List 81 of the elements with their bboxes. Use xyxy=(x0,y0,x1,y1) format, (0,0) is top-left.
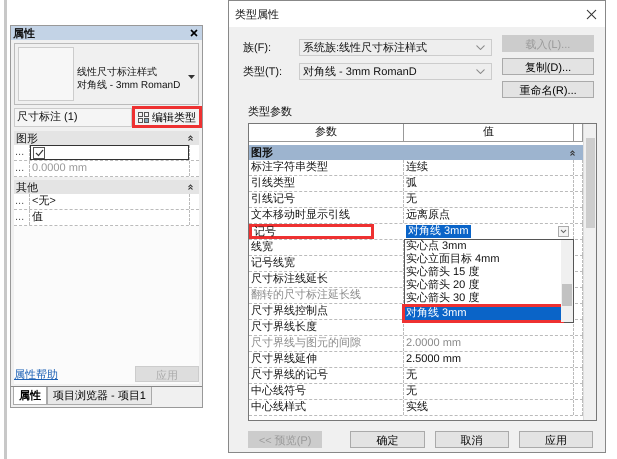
edit-type-icon xyxy=(138,112,149,122)
collapse-icon[interactable] xyxy=(188,184,193,190)
property-value[interactable]: <无> xyxy=(30,194,189,209)
group-header[interactable]: 图形 xyxy=(249,145,583,160)
property-value[interactable] xyxy=(30,145,189,160)
parameter-name: 尺寸界线的记号 xyxy=(249,368,404,383)
value-dropdown[interactable]: 对角线 3mm xyxy=(406,224,573,239)
parameter-name: 翻转的尺寸标注延长线 xyxy=(249,288,404,303)
type-selector[interactable]: 线性尺寸标注样式 对角线 - 3mm RomanD xyxy=(14,43,199,105)
parameter-value: 无 xyxy=(406,369,417,381)
scrollbar[interactable] xyxy=(561,240,573,322)
dropdown-option[interactable]: 实心箭头 15 度 xyxy=(405,266,561,279)
panel-title: 属性 xyxy=(13,26,35,40)
close-icon[interactable] xyxy=(586,8,597,20)
dropdown-option[interactable]: 实心点 3mm xyxy=(405,240,561,253)
parameter-name: 中心线符号 xyxy=(249,384,404,399)
parameter-name: 尺寸界线与图元的间隙 xyxy=(249,336,404,351)
collapse-icon[interactable] xyxy=(570,150,575,156)
field-label: 类型(T): xyxy=(243,65,284,79)
dialog-button[interactable]: 应用 xyxy=(518,431,593,448)
type-preview xyxy=(18,47,74,101)
parameter-name: 尺寸界线延伸 xyxy=(249,352,404,367)
group-title: 其他 xyxy=(16,180,38,194)
close-icon[interactable] xyxy=(190,29,198,37)
parameter-name: 记号线宽 xyxy=(249,256,404,271)
dialog-button[interactable]: 复制(D)... xyxy=(502,58,594,75)
dialog-button[interactable]: 取消 xyxy=(434,431,509,448)
group-title: 图形 xyxy=(251,146,273,160)
dropdown-field[interactable]: 对角线 - 3mm RomanD xyxy=(299,63,492,80)
type-family: 线性尺寸标注样式 xyxy=(77,66,158,79)
chevron-down-icon[interactable] xyxy=(558,226,569,237)
collapse-icon[interactable] xyxy=(188,135,193,141)
panel-tab[interactable]: 项目浏览器 - 项目1 xyxy=(47,387,152,405)
dropdown-icon xyxy=(188,75,195,79)
parameter-name: 标注字符串类型 xyxy=(249,160,404,175)
dropdown-option[interactable]: 实心箭头 20 度 xyxy=(405,279,561,292)
parameter-value: 2.5000 mm xyxy=(406,353,462,365)
dialog-button[interactable]: 重命名(R)... xyxy=(502,81,594,98)
dialog-title: 类型属性 xyxy=(235,8,279,22)
checkbox[interactable] xyxy=(33,146,45,158)
property-value[interactable]: 值 xyxy=(30,210,189,225)
dropdown-field[interactable]: 系统族:线性尺寸标注样式 xyxy=(299,39,492,56)
column-header[interactable]: 参数 xyxy=(249,124,404,141)
instance-filter[interactable]: 尺寸标注 (1) xyxy=(14,108,132,126)
chevron-down-icon xyxy=(476,45,485,50)
parameter-value: 实线 xyxy=(406,401,428,413)
property-name: ... xyxy=(14,145,30,160)
dropdown-option[interactable]: 实心箭头 30 度 xyxy=(405,292,561,305)
parameter-name: 中心线样式 xyxy=(249,400,404,415)
parameter-value: 2.0000 mm xyxy=(406,337,462,349)
parameter-value: 无 xyxy=(406,193,417,205)
parameter-name: 引线类型 xyxy=(249,176,404,191)
parameter-value: 弧 xyxy=(406,177,417,189)
section-label: 类型参数 xyxy=(247,105,293,120)
scrollbar[interactable] xyxy=(583,124,596,420)
group-header[interactable]: 其他 xyxy=(14,180,199,194)
parameter-name: 尺寸界线长度 xyxy=(249,320,404,335)
chevron-down-icon xyxy=(476,69,485,74)
property-name: ... xyxy=(14,194,30,209)
parameter-value: 远离原点 xyxy=(406,209,450,221)
type-name: 对角线 - 3mm RomanD xyxy=(77,79,182,92)
edit-type-button[interactable]: 编辑类型 xyxy=(132,106,202,128)
properties-help-link[interactable]: 属性帮助 xyxy=(14,366,58,382)
field-label: 族(F): xyxy=(243,41,272,55)
parameter-value: 无 xyxy=(406,385,417,397)
property-name: ... xyxy=(14,210,30,225)
parameter-name: 引线记号 xyxy=(249,192,404,207)
parameter-name: 文本移动时显示引线 xyxy=(249,208,404,223)
group-header[interactable]: 图形 xyxy=(14,131,199,145)
property-name: ... xyxy=(14,161,30,176)
panel-tab[interactable]: 属性 xyxy=(13,387,47,405)
parameter-name: 记号 xyxy=(249,224,374,239)
dialog-button[interactable]: 确定 xyxy=(350,431,424,448)
parameter-value: 连续 xyxy=(406,161,428,173)
dropdown-option[interactable]: 对角线 3mm xyxy=(405,307,561,320)
parameter-name: 尺寸标注线延长 xyxy=(249,272,404,287)
parameter-name: 线宽 xyxy=(249,240,404,255)
group-title: 图形 xyxy=(16,132,38,146)
dropdown-option[interactable]: 实心立面目标 4mm xyxy=(405,253,561,266)
parameter-name: 尺寸界线控制点 xyxy=(249,304,404,319)
column-header[interactable]: 值 xyxy=(404,124,574,141)
